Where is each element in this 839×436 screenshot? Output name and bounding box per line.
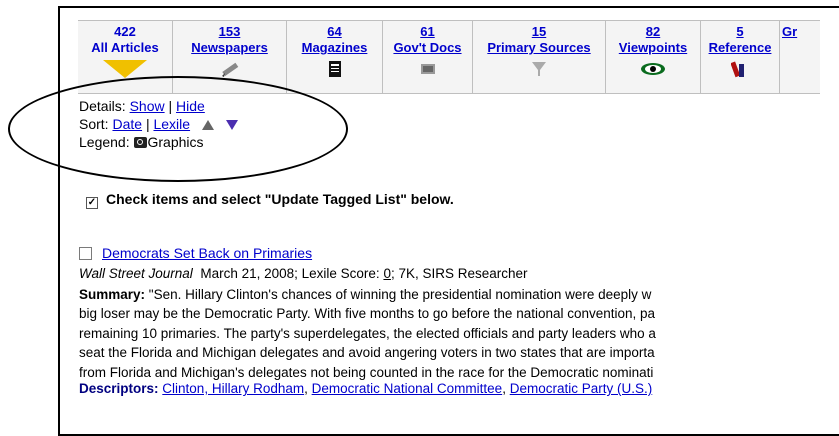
- article-summary: Summary: "Sen. Hillary Clinton's chances…: [79, 285, 839, 382]
- descriptor-link[interactable]: Democratic National Committee: [312, 381, 503, 396]
- checked-box-icon: ✓: [86, 197, 98, 209]
- article-meta: Wall Street Journal March 21, 2008; Lexi…: [79, 266, 528, 281]
- instruction-row: ✓ Check items and select "Update Tagged L…: [86, 191, 454, 209]
- reference-books-icon: [701, 58, 779, 80]
- tab-count[interactable]: 61: [383, 24, 472, 40]
- magazine-icon: [287, 58, 382, 80]
- tab-count[interactable]: 153: [173, 24, 286, 40]
- tab-primary-sources[interactable]: 15 Primary Sources: [473, 21, 606, 93]
- summary-line: "Sen. Hillary Clinton's chances of winni…: [148, 287, 652, 302]
- annotation-ellipse: [8, 76, 348, 182]
- tab-magazines[interactable]: 64 Magazines: [287, 21, 383, 93]
- tab-count[interactable]: 64: [287, 24, 382, 40]
- tab-reference[interactable]: 5 Reference: [701, 21, 780, 93]
- article-date-lexile: March 21, 2008; Lexile Score:: [200, 266, 384, 281]
- tab-label[interactable]: Gr: [780, 24, 820, 40]
- tab-label[interactable]: Gov't Docs: [383, 40, 472, 56]
- tab-label[interactable]: Primary Sources: [473, 40, 605, 56]
- lexile-score: 0: [383, 266, 391, 281]
- descriptor-link[interactable]: Clinton, Hillary Rodham: [162, 381, 304, 396]
- tab-graphics-partial[interactable]: Gr: [780, 21, 820, 93]
- article-title-link[interactable]: Democrats Set Back on Primaries: [102, 245, 312, 261]
- tab-label[interactable]: Magazines: [287, 40, 382, 56]
- article-descriptors: Descriptors: Clinton, Hillary Rodham, De…: [79, 381, 653, 396]
- summary-label: Summary:: [79, 287, 146, 302]
- article-title-row: Democrats Set Back on Primaries: [79, 245, 312, 261]
- tab-count[interactable]: 82: [606, 24, 700, 40]
- instruction-text: Check items and select "Update Tagged Li…: [106, 191, 454, 207]
- eye-icon: [606, 58, 700, 80]
- tab-label[interactable]: Viewpoints: [606, 40, 700, 56]
- tab-count[interactable]: 15: [473, 24, 605, 40]
- summary-line: big loser may be the Democratic Party. W…: [79, 306, 656, 322]
- article-size-source: ; 7K, SIRS Researcher: [390, 266, 528, 281]
- tab-label[interactable]: Reference: [701, 40, 779, 56]
- descriptors-label: Descriptors:: [79, 381, 159, 396]
- summary-line: seat the Florida and Michigan delegates …: [79, 345, 655, 361]
- tab-label: All Articles: [91, 40, 159, 55]
- summary-line: from Florida and Michigan's delegates no…: [79, 364, 654, 380]
- tab-viewpoints[interactable]: 82 Viewpoints: [606, 21, 701, 93]
- government-doc-icon: [383, 58, 472, 80]
- summary-line: remaining 10 primaries. The party's supe…: [79, 325, 656, 341]
- tab-count: 422: [114, 24, 136, 39]
- primary-source-icon: [473, 58, 605, 80]
- tab-count[interactable]: 5: [701, 24, 779, 40]
- article-checkbox[interactable]: [79, 247, 92, 260]
- tab-govt-docs[interactable]: 61 Gov't Docs: [383, 21, 473, 93]
- descriptor-link[interactable]: Democratic Party (U.S.): [510, 381, 653, 396]
- tab-label[interactable]: Newspapers: [173, 40, 286, 56]
- article-source: Wall Street Journal: [79, 266, 193, 281]
